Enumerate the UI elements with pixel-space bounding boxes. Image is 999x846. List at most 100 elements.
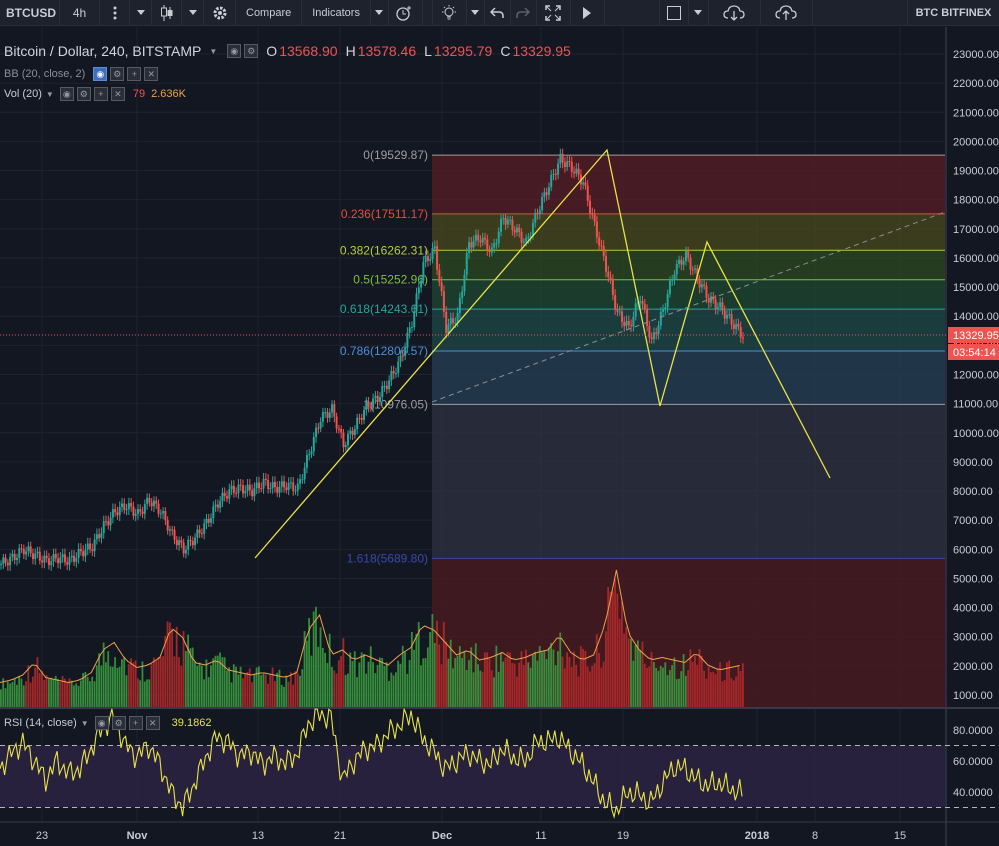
candle-body — [591, 213, 594, 215]
volume-more-icon[interactable]: + — [93, 87, 108, 101]
indicators-dropdown-icon[interactable] — [371, 0, 389, 26]
layout-dropdown-icon[interactable] — [689, 0, 709, 26]
candle-body — [262, 478, 265, 489]
volume-bar — [394, 672, 397, 707]
price-tick-label: 2000.00 — [953, 661, 993, 673]
candle-body — [63, 554, 66, 563]
volume-bar — [31, 676, 34, 707]
candle-body — [168, 529, 171, 531]
candle-body — [652, 332, 655, 340]
eye-icon[interactable]: ◉ — [227, 44, 242, 58]
bb-close-icon[interactable]: ✕ — [144, 67, 159, 81]
cloud-download-icon[interactable] — [709, 0, 761, 26]
cloud-upload-icon[interactable] — [761, 0, 813, 26]
format-icon[interactable]: ⚙ — [244, 44, 259, 58]
candle-body — [586, 185, 589, 201]
volume-bar — [278, 669, 281, 707]
candle-body — [114, 509, 117, 513]
volume-bar — [543, 650, 546, 707]
bb-more-icon[interactable]: + — [127, 67, 142, 81]
rsi-close-icon[interactable]: ✕ — [145, 716, 160, 730]
volume-close-icon[interactable]: ✕ — [110, 87, 125, 101]
more-menu-icon[interactable] — [100, 0, 130, 26]
volume-eye-icon[interactable]: ◉ — [59, 87, 74, 101]
candle-body — [84, 549, 87, 557]
rsi-settings-icon[interactable]: ⚙ — [111, 716, 126, 730]
volume-bar — [707, 666, 710, 707]
volume-bar — [77, 685, 80, 707]
replay-play-icon[interactable] — [571, 0, 605, 26]
volume-settings-icon[interactable]: ⚙ — [76, 87, 91, 101]
volume-bar — [342, 638, 345, 707]
theme-bulb-icon[interactable] — [433, 0, 467, 26]
candle-body — [310, 451, 313, 455]
candle-body — [598, 237, 601, 246]
candle-body — [687, 250, 690, 258]
volume-bar — [518, 662, 521, 707]
interval-dropdown-icon[interactable] — [130, 0, 152, 26]
volume-bar — [557, 651, 559, 707]
volume-bar — [541, 652, 543, 707]
symbol-search-button[interactable]: BTCUSD — [0, 0, 60, 26]
interval-button[interactable]: 4h — [60, 0, 100, 26]
volume-bar — [591, 665, 594, 707]
indicators-button[interactable]: Indicators — [302, 0, 371, 26]
compare-button[interactable]: Compare — [236, 0, 303, 26]
chart-style-dropdown-icon[interactable] — [182, 0, 204, 26]
candle-body — [543, 192, 546, 198]
candle-body — [305, 454, 308, 468]
bb-settings-icon[interactable]: ⚙ — [110, 67, 125, 81]
bb-eye-icon[interactable]: ◉ — [93, 67, 108, 81]
alert-clock-icon[interactable] — [389, 0, 423, 26]
volume-bar — [639, 649, 642, 707]
candle-body — [657, 325, 660, 334]
candle-body — [102, 521, 105, 534]
candle-body — [454, 322, 457, 324]
rsi-dropdown-icon[interactable]: ▼ — [81, 719, 89, 728]
candle-body — [655, 332, 658, 334]
candle-body — [705, 286, 708, 298]
volume-bar — [79, 680, 82, 707]
theme-dropdown-icon[interactable] — [467, 0, 485, 26]
volume-bar — [242, 678, 244, 707]
candle-body — [301, 479, 304, 481]
price-tick-label: 10000.00 — [953, 428, 999, 440]
volume-bar — [264, 674, 267, 707]
undo-icon[interactable] — [485, 0, 511, 26]
candle-body — [527, 236, 530, 239]
candle-body — [477, 234, 480, 241]
candle-body — [134, 513, 137, 516]
volume-bar — [152, 657, 155, 707]
candle-body — [365, 401, 368, 410]
candle-body — [283, 481, 286, 488]
alert-dropdown-icon[interactable] — [423, 0, 433, 26]
volume-bar — [189, 648, 192, 707]
exchange-button[interactable]: BTC BITFINEX — [907, 0, 999, 26]
candle-body — [267, 480, 270, 489]
volume-dropdown-icon[interactable]: ▼ — [46, 90, 54, 99]
candle-body — [105, 521, 108, 523]
rsi-eye-icon[interactable]: ◉ — [94, 716, 109, 730]
volume-bar — [369, 646, 372, 707]
layout-square-icon[interactable] — [658, 0, 689, 26]
candle-body — [118, 506, 121, 516]
volume-bar — [458, 646, 461, 707]
rsi-more-icon[interactable]: + — [128, 716, 143, 730]
candle-body — [666, 293, 669, 308]
candle-body — [536, 212, 539, 214]
time-tick-label: Nov — [127, 830, 149, 842]
volume-bar — [367, 661, 370, 707]
redo-icon[interactable] — [511, 0, 537, 26]
settings-gear-icon[interactable] — [204, 0, 236, 26]
volume-bar — [598, 652, 600, 707]
volume-bar — [687, 670, 690, 707]
fullscreen-icon[interactable] — [537, 0, 571, 26]
candle-body — [589, 200, 592, 214]
title-dropdown-icon[interactable]: ▼ — [209, 47, 217, 56]
volume-bar — [212, 658, 215, 707]
volume-bar — [534, 651, 537, 707]
volume-bar — [70, 680, 73, 707]
candles-style-icon[interactable] — [152, 0, 182, 26]
volume-bar — [324, 652, 326, 707]
candle-body — [162, 511, 165, 514]
